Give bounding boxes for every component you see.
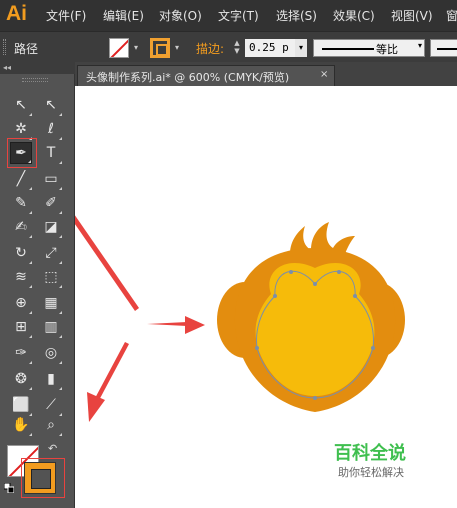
slice-tool[interactable]: ⟋ (40, 394, 62, 416)
stroke-label[interactable]: 描边: (196, 40, 224, 57)
control-bar: 路径 ▾ ▾ 描边: ▲ ▼ 0.25 p ▾ 等比 ▾ (0, 31, 457, 62)
eyedropper-tool[interactable]: ✑ (10, 342, 32, 364)
arrow-head-face (185, 316, 205, 334)
stroke-weight-input[interactable]: 0.25 p (245, 39, 295, 57)
panel-collapse-icon[interactable]: ◂◂ (0, 62, 75, 74)
width-tool[interactable]: ≋ (10, 266, 32, 288)
perspective-grid-tool[interactable]: ▦ (40, 292, 62, 314)
stroke-weight-dropdown-icon[interactable]: ▾ (295, 39, 307, 57)
panel-grip[interactable] (3, 39, 6, 55)
hand-tool[interactable]: ✋ (10, 414, 32, 436)
menu-effect[interactable]: 效果(C) (333, 7, 375, 24)
fill-dropdown-icon[interactable]: ▾ (131, 43, 141, 53)
app-logo: Ai (6, 2, 27, 25)
anchor-point[interactable] (353, 294, 357, 298)
watermark: 百科全说 助你轻松解决 (322, 437, 428, 483)
anchor-point[interactable] (313, 396, 317, 400)
fill-stroke-highlight (21, 458, 65, 498)
pen-tool-highlight (7, 138, 37, 168)
stroke-dropdown-icon[interactable]: ▾ (172, 43, 182, 53)
close-icon[interactable]: × (320, 69, 328, 80)
free-transform-tool[interactable]: ⬚ (40, 266, 62, 288)
selection-tool[interactable]: ↖ (10, 94, 32, 116)
none-slash-icon (110, 39, 128, 57)
default-fill-stroke-icon[interactable] (4, 483, 14, 493)
watermark-brand: 百科全说 (334, 443, 406, 464)
document-tab-title: 头像制作系列.ai* @ 600% (CMYK/预览) (86, 71, 290, 84)
blend-tool[interactable]: ◎ (40, 342, 62, 364)
anchor-point[interactable] (313, 282, 317, 286)
direct-selection-tool[interactable]: ↖ (40, 94, 62, 116)
lasso-tool[interactable]: ℓ (40, 118, 62, 140)
arrow-to-fill-stroke (93, 342, 129, 404)
chevron-down-icon: ▾ (417, 41, 422, 50)
menu-file[interactable]: 文件(F) (46, 7, 86, 24)
profile-label: 等比 (376, 43, 398, 56)
tools-panel: ◂◂ ↖ ↖ ✲ ℓ ✒ T ╱ ▭ ✎ ✐ ✍ ◪ ↻ ⤢ ≋ ⬚ ⊕ ▦ ⊞ ▥ ✑ ◎ ❂ ▮ ⬜ ⟋ ✋ ⌕ (0, 62, 75, 508)
symbol-sprayer-tool[interactable]: ❂ (10, 368, 32, 390)
mesh-tool[interactable]: ⊞ (10, 316, 32, 338)
swap-fill-stroke-icon[interactable]: ↶ (48, 442, 57, 455)
magic-wand-tool[interactable]: ✲ (10, 118, 32, 140)
document-tab-strip: 头像制作系列.ai* @ 600% (CMYK/预览) × (75, 62, 457, 86)
document-tab[interactable]: 头像制作系列.ai* @ 600% (CMYK/预览) × (77, 65, 335, 86)
stroke-swatch[interactable] (150, 38, 170, 58)
anchor-point[interactable] (289, 270, 293, 274)
arrow-to-face (147, 322, 187, 326)
profile-line-preview (322, 48, 374, 50)
anchor-point[interactable] (255, 346, 259, 350)
brush-definition-select[interactable] (430, 39, 457, 57)
line-segment-tool[interactable]: ╱ (10, 168, 32, 190)
menu-view[interactable]: 视图(V) (391, 7, 433, 24)
annotation-arrows (47, 174, 205, 422)
menu-window[interactable]: 窗 (446, 7, 457, 24)
anchor-point[interactable] (273, 294, 277, 298)
artboard-tool[interactable]: ⬜ (10, 394, 32, 416)
menu-object[interactable]: 对象(O) (159, 7, 202, 24)
rectangle-tool[interactable]: ▭ (40, 168, 62, 190)
column-graph-tool[interactable]: ▮ (40, 368, 62, 390)
gradient-tool[interactable]: ▥ (40, 316, 62, 338)
selection-type-label: 路径 (14, 42, 39, 56)
menu-type[interactable]: 文字(T) (218, 7, 259, 24)
blob-brush-tool[interactable]: ✍ (10, 216, 32, 238)
panel-grip[interactable] (22, 78, 48, 82)
variable-width-profile-select[interactable]: 等比 ▾ (313, 39, 425, 57)
fill-swatch[interactable] (109, 38, 129, 58)
eraser-tool[interactable]: ◪ (40, 216, 62, 238)
zoom-tool[interactable]: ⌕ (40, 414, 62, 436)
anchor-point[interactable] (337, 270, 341, 274)
brush-line-preview (437, 48, 457, 50)
type-tool[interactable]: T (40, 142, 62, 164)
paintbrush-tool[interactable]: ✎ (10, 192, 32, 214)
menu-bar: Ai 文件(F) 编辑(E) 对象(O) 文字(T) 选择(S) 效果(C) 视… (0, 0, 457, 31)
menu-edit[interactable]: 编辑(E) (103, 7, 144, 24)
shape-builder-tool[interactable]: ⊕ (10, 292, 32, 314)
anchor-point[interactable] (371, 346, 375, 350)
menu-select[interactable]: 选择(S) (276, 7, 317, 24)
pencil-tool[interactable]: ✐ (40, 192, 62, 214)
rotate-tool[interactable]: ↻ (10, 242, 32, 264)
watermark-subtitle: 助你轻松解决 (338, 466, 404, 479)
stroke-weight-spinner[interactable]: ▲ ▼ (230, 39, 244, 57)
arrow-head-fill (87, 392, 105, 422)
arrow-to-pen-tool (59, 198, 139, 311)
scale-tool[interactable]: ⤢ (40, 242, 62, 264)
